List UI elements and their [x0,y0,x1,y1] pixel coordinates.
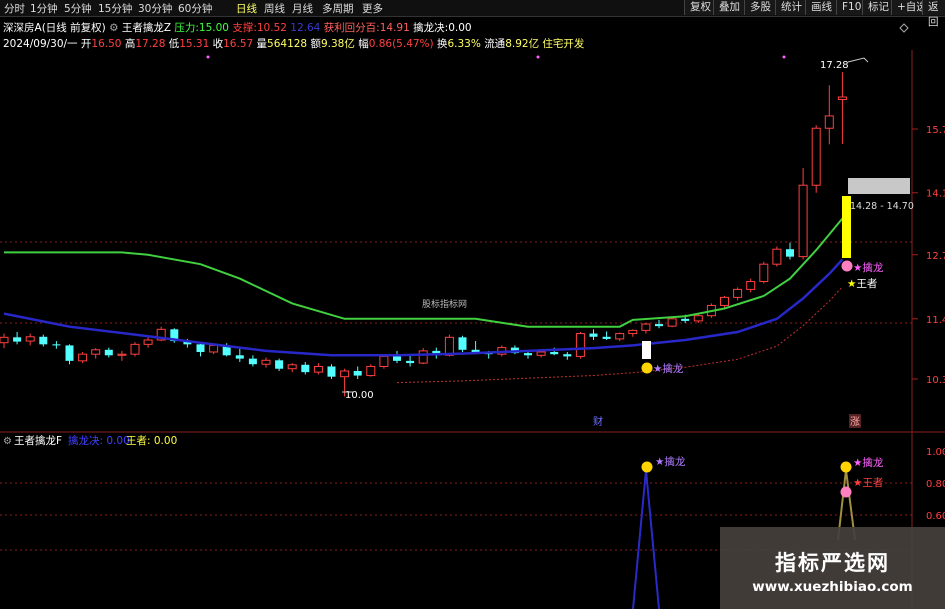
candle-body[interactable] [628,329,638,335]
high-arrow-icon [847,57,869,63]
candle-body[interactable] [209,344,219,353]
candle-body[interactable] [667,318,677,327]
candle-body[interactable] [0,336,9,344]
smile-icon [841,260,853,272]
candle-body[interactable] [78,353,88,362]
candle-body[interactable] [720,296,729,306]
sub-indicator-name: 王者擒龙F [14,434,62,447]
candle-body[interactable] [733,288,743,298]
candle-body[interactable] [798,184,808,258]
candle-body[interactable] [248,358,257,365]
signal-dot [206,55,210,59]
candle-body[interactable] [602,336,611,339]
candle-body[interactable] [563,354,572,357]
candle-body[interactable] [550,351,559,355]
limit-up-bar [842,196,851,258]
signal-dot [782,55,786,59]
candle-body[interactable] [406,360,415,364]
candle-body[interactable] [327,366,336,377]
candle-body[interactable] [681,318,690,321]
candle-body[interactable] [746,281,756,290]
smile-icon [840,461,852,473]
sub-marker-3: ★王者 [853,477,883,489]
candle-body[interactable] [759,263,769,283]
candle-body[interactable] [39,336,48,345]
candle-body[interactable] [418,350,428,364]
marker-right-bottom-label: ★王者 [847,278,877,290]
candle-body[interactable] [25,336,35,342]
marker-left-label: ★擒龙 [653,362,684,375]
sub-y-tick: 1.00 [926,447,945,458]
candle-body[interactable] [130,343,140,355]
candle-body[interactable] [366,365,376,377]
candle-body[interactable] [589,333,598,337]
candle-body[interactable] [261,359,271,365]
marker-right-top-label: ★擒龙 [853,261,884,274]
candle-body[interactable] [117,353,127,356]
y-tick-label: 14.1 [926,189,945,200]
smile-icon [840,486,852,498]
candle-body[interactable] [65,345,74,361]
candle-body[interactable] [824,115,834,129]
pressure-line [4,217,844,328]
candle-body[interactable] [772,248,782,265]
signal-bar [642,341,651,359]
candle-body[interactable] [536,351,546,356]
candle-body[interactable] [575,333,585,357]
candle-body[interactable] [313,365,323,373]
candle-body[interactable] [353,370,362,376]
candle-body[interactable] [287,364,297,370]
candle-body[interactable] [196,344,205,352]
sub-series-2: 王者: 0.00 [126,435,177,447]
watermark-title: 指标严选网 [775,551,890,575]
chart-window: 分时 1分钟 5分钟 15分钟 30分钟 60分钟 日线 周线 月线 多周期 更… [0,0,945,609]
candle-body[interactable] [458,337,467,350]
smile-icon [641,461,653,473]
sub-y-tick: 0.80 [926,479,945,490]
candle-body[interactable] [655,324,663,327]
range-box [848,178,910,194]
candle-body[interactable] [837,96,847,101]
candle-body[interactable] [340,370,350,378]
sub-marker-2: ★擒龙 [853,456,884,469]
sub-signal-left [632,469,660,609]
candle-body[interactable] [143,339,153,345]
smile-icon [641,362,653,374]
candle-body[interactable] [13,337,22,342]
candle-body[interactable] [693,315,703,322]
diamond-icon [899,23,909,33]
center-watermark: 股标指标网 [422,298,467,310]
watermark-url: www.xuezhibiao.com [752,579,913,595]
sub-y-tick: 0.60 [926,511,945,522]
sub-gear-icon[interactable]: ⚙ [3,436,12,447]
candle-body[interactable] [444,336,454,356]
high-annotation: 17.28 [820,60,849,71]
candle-body[interactable] [393,356,401,361]
candle-body[interactable] [786,249,794,257]
candle-body[interactable] [275,360,284,369]
candle-body[interactable] [641,323,651,331]
range-label: 14.28 - 14.70 [850,201,914,212]
candle-body[interactable] [301,364,310,373]
candle-body[interactable] [524,353,532,356]
candle-body[interactable] [379,355,389,367]
price-chart[interactable]: 15.714.112.711.410.3 17.28 10.00 股标指标网 1… [0,0,945,609]
candle-body[interactable] [91,349,101,355]
sub-marker-1: ★擒龙 [655,455,686,468]
y-tick-label: 10.3 [926,375,945,386]
y-tick-label: 12.7 [926,251,945,262]
candle-body[interactable] [104,349,113,356]
signal-dot [536,55,540,59]
y-tick-label: 11.4 [926,315,945,326]
candle-body[interactable] [615,333,625,340]
site-watermark: 指标严选网 www.xuezhibiao.com [720,527,945,609]
bottom-right-tag: 涨 [850,416,860,428]
candle-body[interactable] [52,344,61,346]
candle-body[interactable] [811,127,821,186]
bottom-left-tag: 财 [593,415,603,428]
candle-body[interactable] [235,355,244,359]
y-tick-label: 15.7 [926,125,945,136]
sub-series-1: 擒龙决: 0.00 [68,434,130,447]
